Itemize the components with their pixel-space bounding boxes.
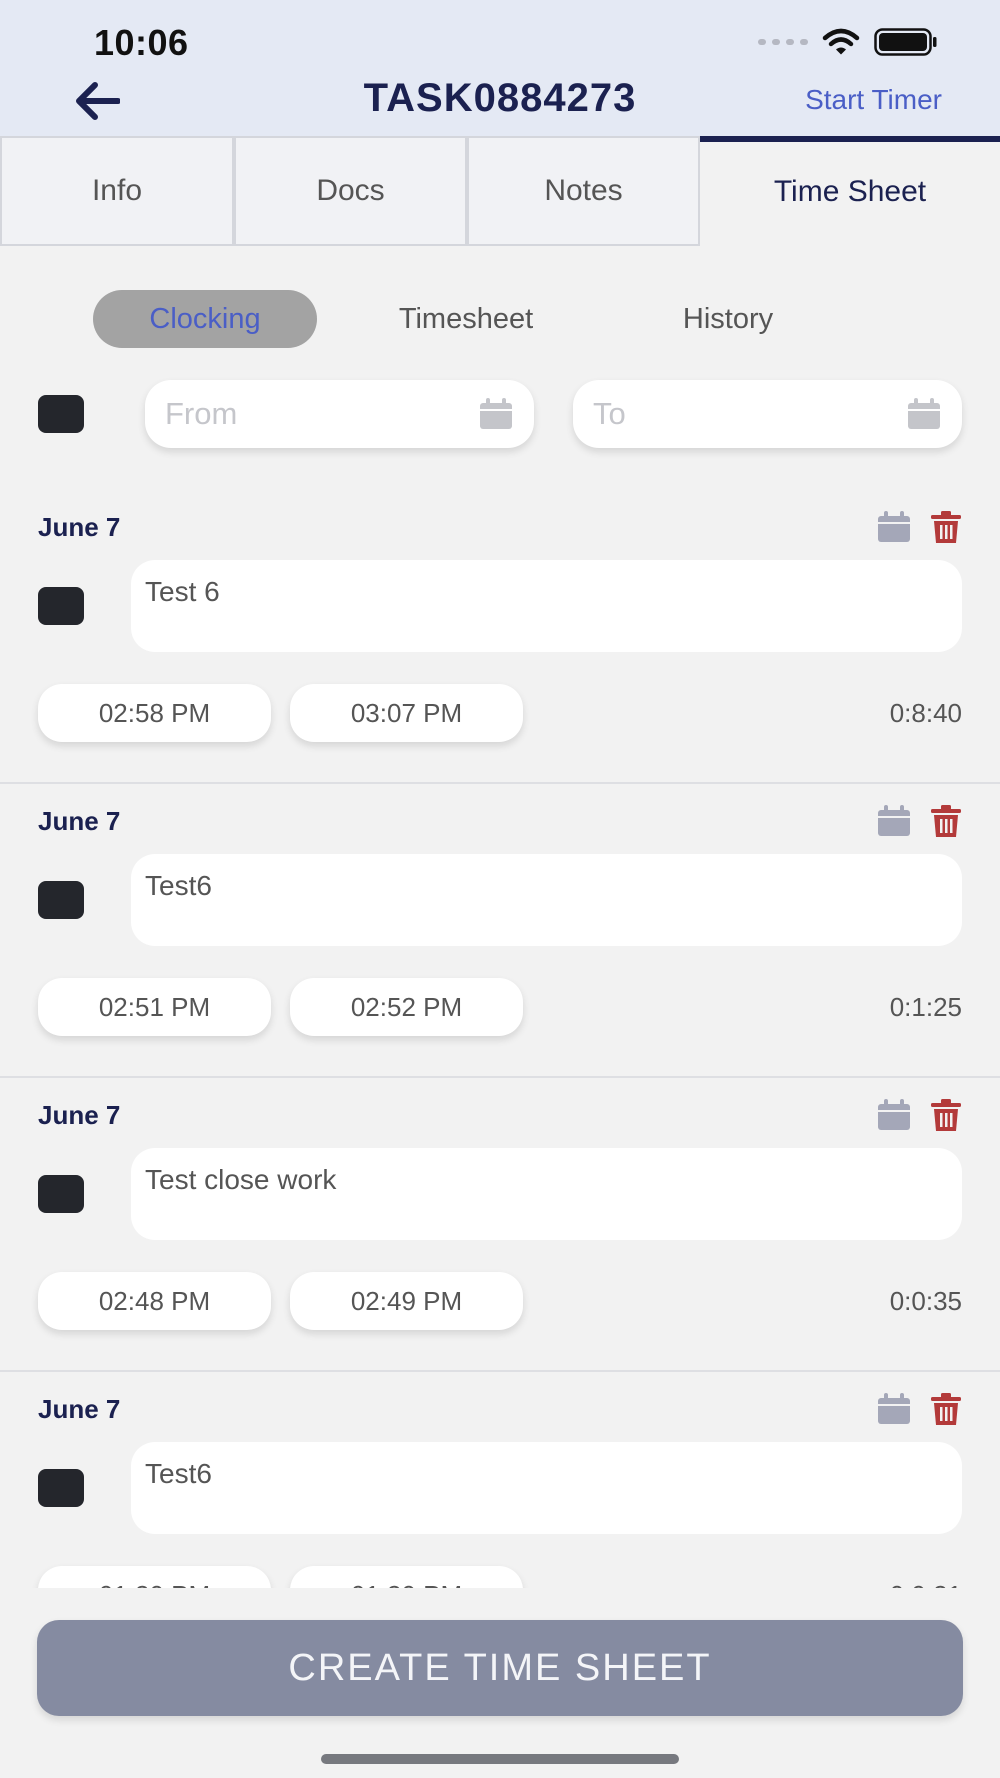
battery-icon [874,28,937,56]
end-time-field[interactable]: 01:30 PM [290,1566,523,1588]
segmented-control: Clocking Timesheet History [0,290,1000,350]
start-timer-button[interactable]: Start Timer [805,84,942,116]
status-icons [758,28,938,56]
tab-docs[interactable]: Docs [234,136,467,246]
calendar-icon[interactable] [478,397,514,431]
calendar-icon[interactable] [876,1392,912,1426]
tab-notes[interactable]: Notes [467,136,700,246]
entry-duration: 0:0:31 [890,1580,962,1588]
wifi-icon [822,28,860,55]
end-time-field[interactable]: 02:52 PM [290,978,523,1036]
entry-duration: 0:8:40 [889,698,962,728]
clocking-entry-list: June 7 Test 6 02:58 PM 03:07 PM 0:8:40 J… [0,490,1000,1588]
tab-info[interactable]: Info [0,136,234,246]
select-all-checkbox[interactable] [38,395,84,433]
entry-description-input[interactable]: Test6 [131,854,962,946]
end-time-field[interactable]: 03:07 PM [290,684,523,742]
calendar-icon[interactable] [876,1098,912,1132]
from-date-placeholder: From [165,396,238,431]
start-time-field[interactable]: 02:58 PM [38,684,271,742]
home-indicator [321,1754,679,1764]
start-time-field[interactable]: 02:48 PM [38,1272,271,1330]
to-date-field[interactable]: To [573,380,962,448]
date-filter-row: From To [0,380,1000,450]
clocking-entry: June 7 Test6 01:30 PM [0,1372,1000,1588]
clocking-entry: June 7 Test close work 02:48 PM 02:49 PM… [0,1078,1000,1372]
header: 10:06 TASK0884273 Start Timer [0,0,1000,136]
trash-icon[interactable] [930,804,962,838]
calendar-icon[interactable] [876,510,912,544]
segment-timesheet[interactable]: Timesheet [366,290,566,348]
entry-checkbox[interactable] [38,587,84,625]
status-time: 10:06 [94,22,189,63]
start-time-field[interactable]: 01:30 PM [38,1566,271,1588]
entry-date: June 7 [38,1100,121,1130]
time-sheet-screen: 10:06 TASK0884273 Start Timer Info Docs … [0,0,1000,1778]
entry-actions [876,1098,962,1132]
entry-date: June 7 [38,806,121,836]
segment-clocking[interactable]: Clocking [93,290,317,348]
end-time-field[interactable]: 02:49 PM [290,1272,523,1330]
calendar-icon[interactable] [906,397,942,431]
entry-actions [876,510,962,544]
tab-time-sheet[interactable]: Time Sheet [700,136,1000,246]
start-time-field[interactable]: 02:51 PM [38,978,271,1036]
trash-icon[interactable] [930,1098,962,1132]
entry-duration: 0:0:35 [889,1286,962,1316]
entry-description-input[interactable]: Test6 [131,1442,962,1534]
to-date-placeholder: To [593,396,626,431]
create-time-sheet-button[interactable]: CREATE TIME SHEET [37,1620,963,1716]
from-date-field[interactable]: From [145,380,534,448]
segment-history[interactable]: History [628,290,828,348]
cellular-signal-icon [758,39,808,45]
entry-actions [876,1392,962,1426]
calendar-icon[interactable] [876,804,912,838]
trash-icon[interactable] [930,510,962,544]
trash-icon[interactable] [930,1392,962,1426]
entry-checkbox[interactable] [38,1469,84,1507]
tab-bar: Info Docs Notes Time Sheet [0,136,1000,246]
entry-description-input[interactable]: Test 6 [131,560,962,652]
clocking-entry: June 7 Test 6 02:58 PM 03:07 PM 0:8:40 [0,490,1000,784]
entry-actions [876,804,962,838]
entry-description-input[interactable]: Test close work [131,1148,962,1240]
entry-date: June 7 [38,512,121,542]
entry-duration: 0:1:25 [889,992,962,1022]
clocking-entry: June 7 Test6 02:51 PM 02:52 PM 0:1:25 [0,784,1000,1078]
entry-checkbox[interactable] [38,1175,84,1213]
entry-date: June 7 [38,1394,121,1424]
entry-checkbox[interactable] [38,881,84,919]
